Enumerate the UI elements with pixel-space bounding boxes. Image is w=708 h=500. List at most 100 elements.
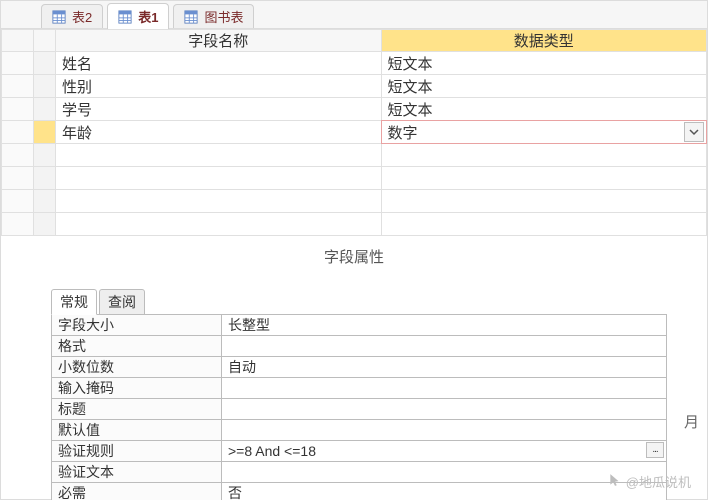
row-selector-header xyxy=(34,30,56,52)
builder-button[interactable]: ... xyxy=(646,442,664,458)
watermark-text: @地瓜说机 xyxy=(626,472,691,491)
field-row xyxy=(2,167,707,190)
property-value[interactable]: >=8 And <=18... xyxy=(222,441,667,462)
field-row xyxy=(2,144,707,167)
left-gutter-header xyxy=(2,30,34,52)
field-name-cell[interactable] xyxy=(56,167,382,190)
datasheet-icon xyxy=(118,10,132,24)
property-value[interactable] xyxy=(222,399,667,420)
data-type-cell[interactable]: 短文本 xyxy=(381,52,707,75)
left-gutter xyxy=(2,190,34,213)
field-name-cell[interactable]: 年龄 xyxy=(56,121,382,144)
tab-label: 图书表 xyxy=(204,7,243,26)
left-gutter xyxy=(2,121,34,144)
mouse-icon xyxy=(608,473,622,490)
data-type-cell[interactable] xyxy=(381,144,707,167)
property-row: 默认值 xyxy=(52,420,667,441)
field-row xyxy=(2,190,707,213)
field-row xyxy=(2,213,707,236)
property-value[interactable] xyxy=(222,378,667,399)
chevron-down-icon xyxy=(689,127,699,137)
data-type-cell[interactable] xyxy=(381,167,707,190)
fields-grid: 字段名称 数据类型 姓名短文本性别短文本学号短文本年龄数字 xyxy=(1,29,707,236)
field-row: 性别短文本 xyxy=(2,75,707,98)
property-row: 字段大小长整型 xyxy=(52,315,667,336)
field-name-cell[interactable]: 性别 xyxy=(56,75,382,98)
row-selector[interactable] xyxy=(34,98,56,121)
property-value[interactable]: 否 xyxy=(222,483,667,500)
property-label[interactable]: 字段大小 xyxy=(52,315,222,336)
data-type-cell[interactable]: 短文本 xyxy=(381,75,707,98)
left-gutter xyxy=(2,167,34,190)
property-label[interactable]: 验证文本 xyxy=(52,462,222,483)
data-type-cell[interactable]: 短文本 xyxy=(381,98,707,121)
property-tab-查阅[interactable]: 查阅 xyxy=(99,289,145,315)
data-type-text: 短文本 xyxy=(382,53,707,74)
field-properties-label: 字段属性 xyxy=(1,236,707,273)
row-selector[interactable] xyxy=(34,167,56,190)
field-name-cell[interactable] xyxy=(56,144,382,167)
row-selector[interactable] xyxy=(34,213,56,236)
design-view-window: 表2表1图书表 字段名称 数据类型 姓名短文本性别短文本学号短文本年龄数字 字段… xyxy=(0,0,708,500)
datasheet-icon xyxy=(184,10,198,24)
data-type-text: 数字 xyxy=(382,122,685,143)
column-header-field-name[interactable]: 字段名称 xyxy=(56,30,382,52)
property-label[interactable]: 必需 xyxy=(52,483,222,500)
property-tabs: 常规查阅 xyxy=(51,289,667,315)
property-row: 必需否 xyxy=(52,483,667,500)
property-grid: 字段大小长整型格式小数位数自动输入掩码标题默认值验证规则>=8 And <=18… xyxy=(51,314,667,500)
field-row: 学号短文本 xyxy=(2,98,707,121)
tab-图书表[interactable]: 图书表 xyxy=(173,4,254,28)
data-type-text: 短文本 xyxy=(382,76,707,97)
side-char: 月 xyxy=(684,411,699,432)
property-value[interactable] xyxy=(222,420,667,441)
property-row: 标题 xyxy=(52,399,667,420)
row-selector[interactable] xyxy=(34,144,56,167)
property-sheet: 常规查阅 字段大小长整型格式小数位数自动输入掩码标题默认值验证规则>=8 And… xyxy=(51,289,667,500)
property-label[interactable]: 小数位数 xyxy=(52,357,222,378)
datasheet-icon xyxy=(52,10,66,24)
row-selector[interactable] xyxy=(34,52,56,75)
property-label[interactable]: 标题 xyxy=(52,399,222,420)
field-name-cell[interactable] xyxy=(56,213,382,236)
property-row: 格式 xyxy=(52,336,667,357)
left-gutter xyxy=(2,75,34,98)
property-row: 验证规则>=8 And <=18... xyxy=(52,441,667,462)
property-label[interactable]: 默认值 xyxy=(52,420,222,441)
property-tab-常规[interactable]: 常规 xyxy=(51,289,97,315)
property-value[interactable]: 自动 xyxy=(222,357,667,378)
left-gutter xyxy=(2,98,34,121)
field-row: 年龄数字 xyxy=(2,121,707,144)
row-selector[interactable] xyxy=(34,121,56,144)
field-name-cell[interactable] xyxy=(56,190,382,213)
tab-表2[interactable]: 表2 xyxy=(41,4,103,28)
column-header-data-type[interactable]: 数据类型 xyxy=(381,30,707,52)
watermark: @地瓜说机 xyxy=(608,472,691,491)
tab-strip: 表2 表1 图书表 xyxy=(1,1,707,29)
field-row: 姓名短文本 xyxy=(2,52,707,75)
left-gutter xyxy=(2,213,34,236)
property-value[interactable] xyxy=(222,462,667,483)
field-name-cell[interactable]: 学号 xyxy=(56,98,382,121)
data-type-cell[interactable] xyxy=(381,190,707,213)
property-label[interactable]: 验证规则 xyxy=(52,441,222,462)
row-selector[interactable] xyxy=(34,190,56,213)
property-label[interactable]: 输入掩码 xyxy=(52,378,222,399)
property-value[interactable]: 长整型 xyxy=(222,315,667,336)
left-gutter xyxy=(2,144,34,167)
left-gutter xyxy=(2,52,34,75)
property-row: 验证文本 xyxy=(52,462,667,483)
data-type-cell[interactable] xyxy=(381,213,707,236)
tab-label: 表1 xyxy=(138,7,158,26)
row-selector[interactable] xyxy=(34,75,56,98)
data-type-dropdown-button[interactable] xyxy=(684,122,704,142)
property-row: 小数位数自动 xyxy=(52,357,667,378)
data-type-cell[interactable]: 数字 xyxy=(381,121,707,144)
tab-label: 表2 xyxy=(72,7,92,26)
property-row: 输入掩码 xyxy=(52,378,667,399)
property-label[interactable]: 格式 xyxy=(52,336,222,357)
tab-表1[interactable]: 表1 xyxy=(107,3,169,29)
field-name-cell[interactable]: 姓名 xyxy=(56,52,382,75)
data-type-text: 短文本 xyxy=(382,99,707,120)
property-value[interactable] xyxy=(222,336,667,357)
